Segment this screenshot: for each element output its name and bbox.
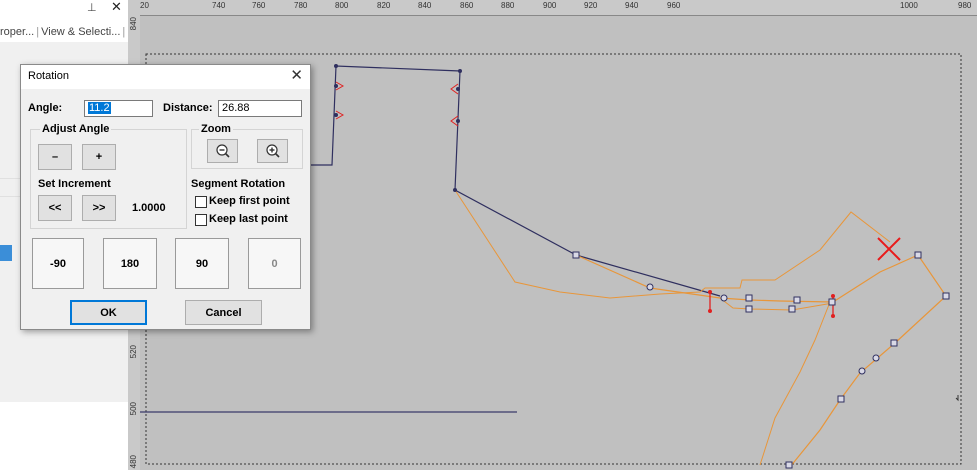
selected-row-indicator[interactable] (0, 245, 12, 261)
curve-point[interactable] (858, 367, 866, 375)
keep-first-point-checkbox[interactable] (195, 196, 207, 208)
cancel-button[interactable]: Cancel (185, 300, 262, 325)
tab-separator: | (122, 26, 126, 38)
rotate-180-button[interactable]: 180 (103, 238, 157, 289)
increase-increment-label: >> (92, 202, 106, 214)
control-handle[interactable] (828, 298, 836, 306)
ok-label: OK (100, 306, 117, 319)
distance-input[interactable]: 26.88 (218, 100, 302, 117)
adjust-angle-label: Adjust Angle (40, 123, 112, 135)
vertex-point[interactable] (458, 69, 462, 73)
dialog-titlebar[interactable]: Rotation ✕ (21, 65, 310, 89)
panel-footer (0, 402, 128, 470)
ruler-tick: 840 (418, 1, 432, 10)
panel-tabs: roper... | View & Selecti... | (0, 22, 128, 42)
increase-angle-button[interactable]: + (82, 144, 116, 170)
top-ruler: 20 740 760 780 800 820 840 860 880 900 9… (128, 0, 977, 16)
distance-label: Distance: (163, 102, 213, 114)
control-handle[interactable] (914, 251, 922, 259)
vertex-point[interactable] (334, 64, 338, 68)
control-handle[interactable] (572, 251, 580, 259)
ruler-tick: 500 (129, 402, 138, 416)
control-handle[interactable] (745, 294, 753, 302)
ruler-tick: 820 (377, 1, 391, 10)
vertex-point[interactable] (456, 87, 460, 91)
control-handle[interactable] (942, 292, 950, 300)
pivot-point[interactable] (831, 314, 835, 318)
distance-value: 26.88 (222, 102, 250, 114)
control-handle[interactable] (793, 296, 801, 304)
close-icon[interactable]: ✕ (111, 0, 122, 14)
zoom-label: Zoom (199, 123, 233, 135)
increase-increment-button[interactable]: >> (82, 195, 116, 221)
pin-icon[interactable]: ⊥ (87, 2, 97, 14)
minus-label: – (51, 151, 59, 163)
control-handle[interactable] (890, 339, 898, 347)
ruler-tick: 840 (129, 17, 138, 31)
zoom-in-icon (265, 144, 280, 158)
ruler-tick: 520 (129, 345, 138, 359)
set-increment-label: Set Increment (38, 178, 111, 190)
ruler-tick: 780 (294, 1, 308, 10)
ruler-tick: 800 (335, 1, 349, 10)
panel-titlebar: ⊥ ✕ (0, 0, 128, 16)
ruler-tick: 980 (958, 1, 972, 10)
curve-point[interactable] (720, 294, 728, 302)
decrease-angle-button[interactable]: – (38, 144, 72, 170)
ruler-tick: 760 (252, 1, 266, 10)
vertex-point[interactable] (456, 119, 460, 123)
segment-rotation-label: Segment Rotation (191, 178, 286, 190)
ruler-tick: 860 (460, 1, 474, 10)
increment-value: 1.0000 (132, 202, 166, 214)
dialog-title: Rotation (28, 70, 69, 82)
zoom-out-button[interactable] (207, 139, 238, 163)
ruler-tick: 20 (140, 1, 149, 10)
plus-label: + (95, 151, 103, 163)
curve-point[interactable] (646, 283, 654, 291)
ruler-tick: 880 (501, 1, 515, 10)
angle-label: Angle: (28, 102, 63, 114)
vertex-point[interactable] (453, 188, 457, 192)
rotation-dialog: Rotation ✕ Angle: 11.2 Distance: 26.88 A… (20, 64, 311, 330)
angle-input[interactable]: 11.2 (84, 100, 153, 117)
ruler-tick: 740 (212, 1, 226, 10)
pivot-point[interactable] (708, 309, 712, 313)
close-icon[interactable]: ✕ (290, 67, 303, 85)
control-handle[interactable] (788, 305, 796, 313)
decrease-increment-label: << (48, 202, 62, 214)
preset-label: 90 (195, 257, 209, 270)
control-handle[interactable] (837, 395, 845, 403)
ruler-tick: 940 (625, 1, 639, 10)
vertex-point[interactable] (334, 113, 338, 117)
zoom-in-button[interactable] (257, 139, 288, 163)
cancel-label: Cancel (205, 306, 242, 319)
ruler-tick: 1000 (900, 1, 918, 10)
tab-view-selection[interactable]: View & Selecti... (41, 26, 120, 38)
pivot-point[interactable] (708, 290, 712, 294)
rotate-0-button[interactable]: 0 (248, 238, 301, 289)
ok-button[interactable]: OK (70, 300, 147, 325)
control-handle[interactable] (785, 461, 793, 469)
keep-first-point-label[interactable]: Keep first point (209, 195, 290, 207)
rotate-minus-90-button[interactable]: -90 (32, 238, 84, 289)
ruler-tick: 900 (543, 1, 557, 10)
ruler-tick: 960 (667, 1, 681, 10)
vertex-point[interactable] (334, 84, 338, 88)
ruler-tick: 920 (584, 1, 598, 10)
ruler-tick: 480 (129, 455, 138, 469)
zoom-out-icon (215, 144, 230, 158)
decrease-increment-button[interactable]: << (38, 195, 72, 221)
tab-properties[interactable]: roper... (0, 26, 34, 38)
control-handle[interactable] (745, 305, 753, 313)
rotate-90-button[interactable]: 90 (175, 238, 229, 289)
preset-label: -90 (50, 257, 66, 270)
preset-label: 180 (120, 257, 140, 270)
preset-label: 0 (271, 257, 278, 270)
curve-point[interactable] (872, 354, 880, 362)
keep-last-point-label[interactable]: Keep last point (209, 213, 288, 225)
keep-last-point-checkbox[interactable] (195, 214, 207, 226)
angle-value: 11.2 (88, 102, 111, 114)
pivot-point[interactable] (831, 294, 835, 298)
